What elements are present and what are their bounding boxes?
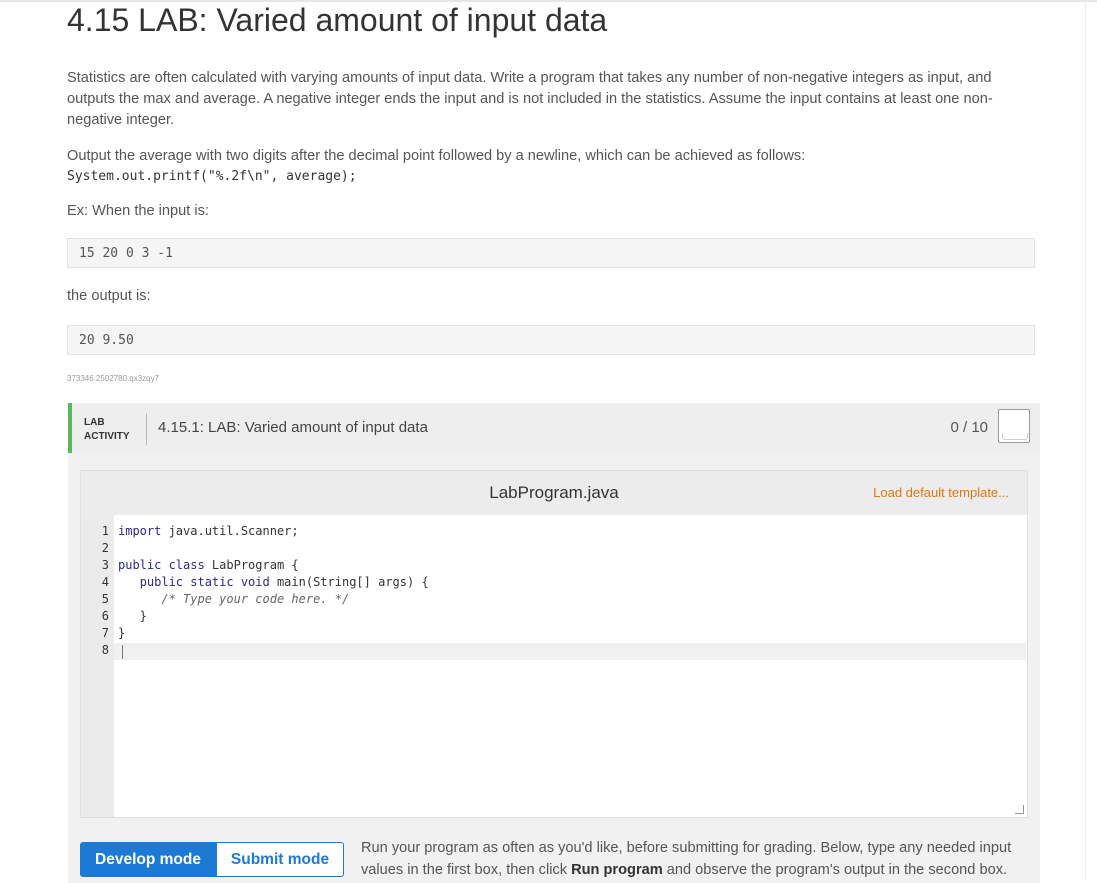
- code-line-6: }: [118, 609, 147, 623]
- line-number: 5: [101, 592, 109, 606]
- develop-mode-button[interactable]: Develop mode: [80, 842, 216, 877]
- example-input-box: 15 20 0 3 -1: [67, 238, 1035, 268]
- run-program-emphasis: Run program: [571, 862, 663, 878]
- lab-tag-line2: ACTIVITY: [84, 431, 130, 442]
- lab-activity-tag: LAB ACTIVITY: [84, 416, 130, 444]
- code-line-5: /* Type your code here. */: [161, 592, 350, 606]
- code-line-3: public class LabProgram {: [118, 558, 299, 572]
- lab-title: 4.15.1: LAB: Varied amount of input data: [158, 419, 428, 436]
- code-editor[interactable]: LabProgram.java Load default template...…: [80, 470, 1028, 818]
- line-number: 4: [101, 575, 109, 589]
- code-line-1: import java.util.Scanner;: [118, 524, 299, 538]
- editor-toolbar: LabProgram.java Load default template...: [81, 471, 1027, 515]
- right-scroll-edge: [1085, 0, 1086, 879]
- lab-header: LAB ACTIVITY 4.15.1: LAB: Varied amount …: [68, 403, 1040, 453]
- gutter-padding: [81, 515, 114, 523]
- output-instruction: Output the average with two digits after…: [67, 148, 806, 164]
- line-number: 2: [101, 541, 109, 555]
- example-output-label: the output is:: [67, 288, 151, 304]
- line-number-gutter: 1 2 3 4 5 6 7 8: [81, 515, 114, 817]
- run-instructions: Run your program as often as you'd like,…: [361, 837, 1031, 881]
- code-sample: System.out.printf("%.2f\n", average);: [67, 169, 357, 184]
- code-line-4: public static void main(String[] args) {: [139, 575, 429, 589]
- activity-hash: 373346.2502780.qx3zqy7: [67, 374, 160, 383]
- page-title: 4.15 LAB: Varied amount of input data: [67, 2, 608, 38]
- code-line-7: }: [118, 626, 126, 640]
- score-text: 0 / 10: [950, 419, 988, 436]
- example-input-label: Ex: When the input is:: [67, 203, 209, 219]
- line-number: 1: [101, 524, 109, 538]
- code-text[interactable]: import java.util.Scanner; public class L…: [118, 523, 429, 659]
- lab-activity-panel: LAB ACTIVITY 4.15.1: LAB: Varied amount …: [68, 403, 1040, 883]
- text-cursor: [122, 645, 123, 659]
- lab-accent-bar: [68, 403, 72, 453]
- score-box-icon: [998, 409, 1030, 443]
- line-number: 6: [101, 609, 109, 623]
- example-output-box: 20 9.50: [67, 325, 1035, 355]
- run-text-part2: and observe the program's output in the …: [662, 862, 1008, 878]
- line-number: 8: [101, 643, 109, 657]
- submit-mode-button[interactable]: Submit mode: [216, 842, 344, 877]
- line-number: 3: [101, 558, 109, 572]
- intro-paragraph: Statistics are often calculated with var…: [67, 70, 993, 128]
- lab-tag-line1: LAB: [84, 417, 105, 428]
- lab-header-separator: [146, 413, 147, 445]
- load-default-template-link[interactable]: Load default template...: [873, 485, 1009, 500]
- resize-handle-icon[interactable]: [1015, 805, 1024, 814]
- line-number: 7: [101, 626, 109, 640]
